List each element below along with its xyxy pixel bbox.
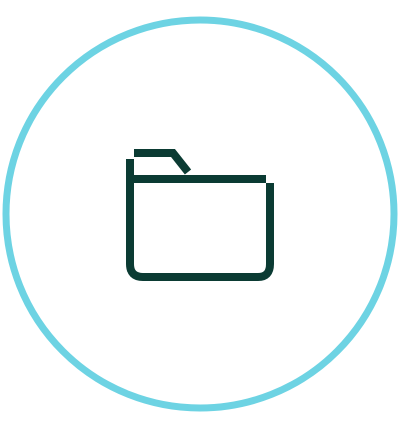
folder-tab <box>134 149 192 175</box>
folder-icon-badge <box>0 0 400 428</box>
folder-icon <box>126 149 274 281</box>
circle-outline <box>2 16 398 412</box>
ring-circle <box>2 16 398 412</box>
